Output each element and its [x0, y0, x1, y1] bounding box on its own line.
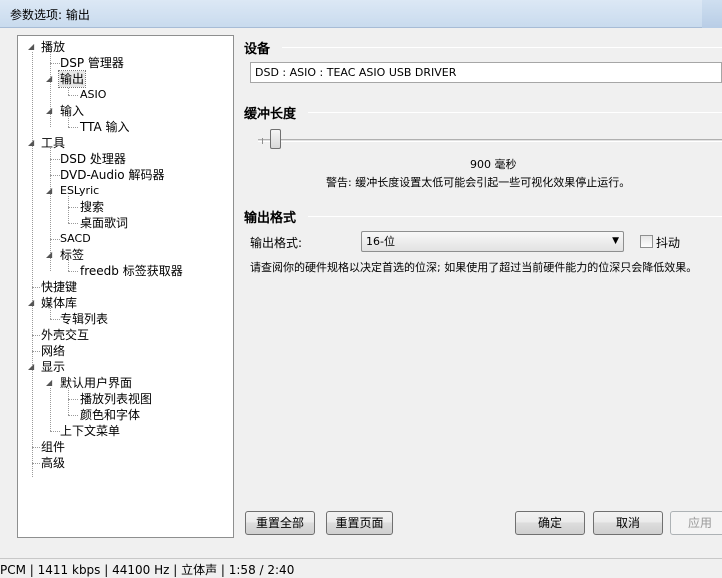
tree-item-tags[interactable]: 标签 — [60, 247, 84, 263]
buffer-value: 900 毫秒 — [470, 158, 517, 171]
dither-checkbox[interactable] — [640, 235, 653, 248]
device-section-title: 设备 — [244, 42, 271, 57]
window-edge — [702, 0, 722, 28]
tree-line — [68, 127, 78, 128]
expand-arrow-icon[interactable]: ◢ — [28, 295, 34, 311]
tree-line — [32, 287, 40, 288]
tree-item-dvd-audio-decoder[interactable]: DVD-Audio 解码器 — [60, 167, 164, 183]
tree-line — [50, 159, 60, 160]
tree-line — [32, 335, 40, 336]
tree-item-dsp-manager[interactable]: DSP 管理器 — [60, 55, 124, 71]
tree-item-default-ui[interactable]: 默认用户界面 — [60, 375, 132, 391]
tree-item-context-menu[interactable]: 上下文菜单 — [60, 423, 120, 439]
tree-line — [68, 95, 78, 96]
tree-line — [32, 463, 40, 464]
tree-line — [68, 388, 69, 415]
slider-tick — [262, 138, 263, 144]
apply-button[interactable]: 应用 — [670, 511, 722, 535]
tree-item-tta-input[interactable]: TTA 输入 — [80, 119, 130, 135]
title-bar: 参数选项: 输出 — [0, 0, 722, 28]
expand-arrow-icon[interactable]: ◢ — [28, 135, 34, 151]
tree-item-sacd[interactable]: SACD — [60, 231, 91, 247]
tree-line — [50, 175, 60, 176]
ok-button[interactable]: 确定 — [515, 511, 585, 535]
expand-arrow-icon[interactable]: ◢ — [28, 39, 34, 55]
device-select-value: DSD : ASIO : TEAC ASIO USB DRIVER — [255, 66, 457, 79]
tree-line — [68, 415, 78, 416]
reset-page-button[interactable]: 重置页面 — [326, 511, 393, 535]
section-divider — [308, 112, 722, 113]
expand-arrow-icon[interactable]: ◢ — [46, 375, 52, 391]
section-divider — [282, 47, 722, 48]
tree-item-shell-integration[interactable]: 外壳交互 — [41, 327, 89, 343]
tree-item-colors-fonts[interactable]: 颜色和字体 — [80, 407, 140, 423]
tree-item-keyboard-shortcuts[interactable]: 快捷键 — [41, 279, 77, 295]
expand-arrow-icon[interactable]: ◢ — [46, 103, 52, 119]
tree-item-desktop-lyrics[interactable]: 桌面歌词 — [80, 215, 128, 231]
tree-line — [68, 271, 78, 272]
expand-arrow-icon[interactable]: ◢ — [46, 71, 52, 87]
tree-item-input[interactable]: 输入 — [60, 103, 84, 119]
tree-line — [32, 351, 40, 352]
tree-line — [68, 399, 78, 400]
tree-line — [68, 223, 78, 224]
tree-item-media-library[interactable]: 媒体库 — [41, 295, 77, 311]
tree-line — [32, 52, 33, 477]
output-format-value: 16-位 — [366, 235, 395, 248]
format-label: 输出格式: — [250, 236, 303, 250]
tree-item-advanced[interactable]: 高级 — [41, 455, 65, 471]
cancel-button[interactable]: 取消 — [593, 511, 663, 535]
format-description: 请查阅你的硬件规格以决定首选的位深; 如果使用了超过当前硬件能力的位深只会降低效… — [250, 261, 698, 274]
tree-item-output[interactable]: 输出 — [57, 70, 87, 88]
tree-item-eslyric[interactable]: ESLyric — [60, 183, 99, 199]
reset-all-button[interactable]: 重置全部 — [245, 511, 315, 535]
dither-label[interactable]: 抖动 — [656, 234, 680, 251]
playback-status: PCM | 1411 kbps | 44100 Hz | 立体声 | 1:58 … — [0, 563, 295, 577]
chevron-down-icon: ▼ — [612, 236, 619, 246]
tree-item-tools[interactable]: 工具 — [41, 135, 65, 151]
tree-item-freedb-tagger[interactable]: freedb 标签获取器 — [80, 263, 183, 279]
output-format-select[interactable]: 16-位 ▼ — [361, 231, 624, 252]
tree-item-display[interactable]: 显示 — [41, 359, 65, 375]
tree-line — [50, 388, 51, 431]
buffer-warning: 警告: 缓冲长度设置太低可能会引起一些可视化效果停止运行。 — [326, 176, 631, 189]
expand-arrow-icon[interactable]: ◢ — [46, 183, 52, 199]
tree-item-networking[interactable]: 网络 — [41, 343, 65, 359]
tree-item-dsd-processor[interactable]: DSD 处理器 — [60, 151, 126, 167]
buffer-slider-track[interactable] — [258, 139, 722, 142]
tree-item-asio[interactable]: ASIO — [80, 87, 106, 103]
status-bar: PCM | 1411 kbps | 44100 Hz | 立体声 | 1:58 … — [0, 558, 722, 578]
tree-item-search[interactable]: 搜索 — [80, 199, 104, 215]
tree-item-playlist-view[interactable]: 播放列表视图 — [80, 391, 152, 407]
expand-arrow-icon[interactable]: ◢ — [46, 247, 52, 263]
expand-arrow-icon[interactable]: ◢ — [28, 359, 34, 375]
device-select[interactable]: DSD : ASIO : TEAC ASIO USB DRIVER — [250, 62, 722, 83]
tree-line — [50, 63, 60, 64]
tree-line — [68, 207, 78, 208]
preferences-tree[interactable]: ◢ ◢ ◢ ◢ ◢ ◢ ◢ ◢ ◢ 播放 DSP 管理器 输出 ASIO 输入 … — [17, 35, 234, 538]
tree-line — [68, 196, 69, 223]
tree-item-playback[interactable]: 播放 — [41, 39, 65, 55]
section-divider — [308, 216, 722, 217]
tree-item-components[interactable]: 组件 — [41, 439, 65, 455]
window-title: 参数选项: 输出 — [10, 8, 90, 22]
tree-line — [50, 431, 60, 432]
tree-line — [32, 447, 40, 448]
buffer-section-title: 缓冲长度 — [244, 107, 297, 122]
tree-item-album-list[interactable]: 专辑列表 — [60, 311, 108, 327]
tree-line — [50, 319, 60, 320]
buffer-slider-thumb[interactable] — [270, 129, 281, 149]
tree-line — [50, 239, 60, 240]
format-section-title: 输出格式 — [244, 211, 297, 226]
